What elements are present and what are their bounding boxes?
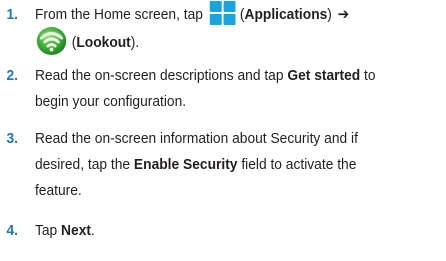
step-3: 3. Read the on-screen information about … xyxy=(0,126,431,204)
step-1: 1. From the Home screen, tap (Applicatio… xyxy=(0,0,431,58)
step-number: 3. xyxy=(6,130,18,147)
next-label: Next xyxy=(61,222,91,239)
lookout-wifi-shield-icon xyxy=(35,26,68,56)
step-1-line-2: (Lookout). xyxy=(35,26,431,58)
arrow-icon: ➔ xyxy=(337,6,350,23)
instruction-page: 1. From the Home screen, tap (Applicatio… xyxy=(0,0,446,261)
step-text: Tap xyxy=(34,222,58,239)
step-3-line-2: desired, tap the Enable Security field t… xyxy=(35,152,431,178)
applications-grid-icon xyxy=(209,0,237,26)
step-1-line-1: From the Home screen, tap (Applications)… xyxy=(34,0,431,28)
step-number: 2. xyxy=(6,67,18,84)
lookout-label: Lookout xyxy=(76,34,131,51)
step-3-line-1: Read the on-screen information about Sec… xyxy=(34,130,358,147)
step-number: 1. xyxy=(6,6,18,23)
get-started-label: Get started xyxy=(287,67,361,84)
paren-close-period: ). xyxy=(130,34,140,51)
step-2: 2. Read the on-screen descriptions and t… xyxy=(0,63,431,115)
step-3-line-3: feature. xyxy=(34,182,82,199)
step-text: From the Home screen, tap xyxy=(34,6,203,23)
enable-security-label: Enable Security xyxy=(133,156,238,173)
step-text: Read the on-screen descriptions and tap xyxy=(34,67,284,84)
paren-close: ) xyxy=(327,6,332,23)
step-2-line-2: begin your configuration. xyxy=(34,93,187,110)
step-4: 4. Tap Next. xyxy=(0,218,431,244)
step-number: 4. xyxy=(6,222,18,239)
step-text: desired, tap the xyxy=(34,156,131,173)
applications-label: Applications xyxy=(244,6,328,23)
step-text: field to activate the xyxy=(241,156,357,173)
step-text: to xyxy=(364,67,376,84)
period: . xyxy=(90,222,95,239)
step-4-line-1: Tap Next. xyxy=(35,218,431,244)
step-2-line-1: Read the on-screen descriptions and tap … xyxy=(35,63,431,89)
